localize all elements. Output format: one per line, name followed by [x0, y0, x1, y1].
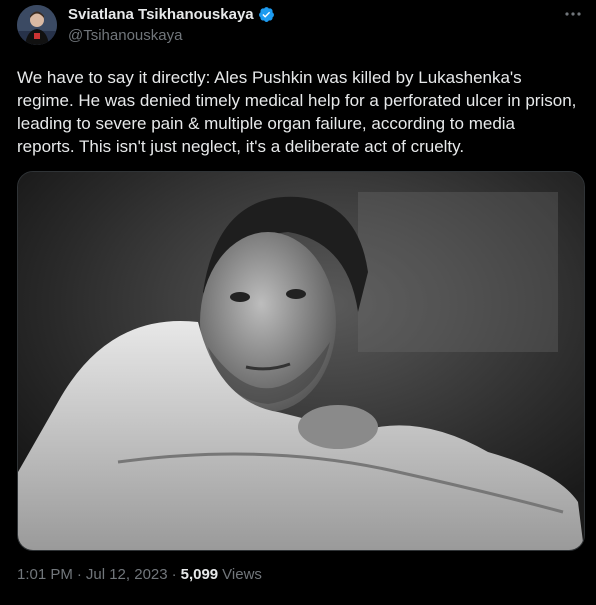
views-count: 5,099	[180, 566, 219, 583]
more-horizontal-icon[interactable]	[563, 4, 583, 24]
meta-separator: ·	[171, 566, 177, 583]
author-name-row[interactable]: Sviatlana Tsikhanouskaya	[68, 6, 275, 23]
tweet-photo[interactable]	[17, 171, 585, 551]
avatar[interactable]	[17, 5, 57, 45]
views-label: Views	[222, 566, 262, 583]
tweet-date[interactable]: Jul 12, 2023	[86, 566, 168, 583]
tweet-text: We have to say it directly: Ales Pushkin…	[17, 68, 577, 156]
author-display-name[interactable]: Sviatlana Tsikhanouskaya	[68, 6, 254, 23]
tweet-time[interactable]: 1:01 PM	[17, 566, 73, 583]
photo-image-icon	[18, 172, 584, 550]
verified-badge-icon	[258, 6, 275, 23]
profile-photo-icon	[17, 5, 57, 45]
author-handle[interactable]: @Tsihanouskaya	[68, 27, 182, 44]
meta-separator: ·	[76, 566, 82, 583]
tweet-meta: 1:01 PM · Jul 12, 2023 · 5,099 Views	[17, 566, 262, 583]
